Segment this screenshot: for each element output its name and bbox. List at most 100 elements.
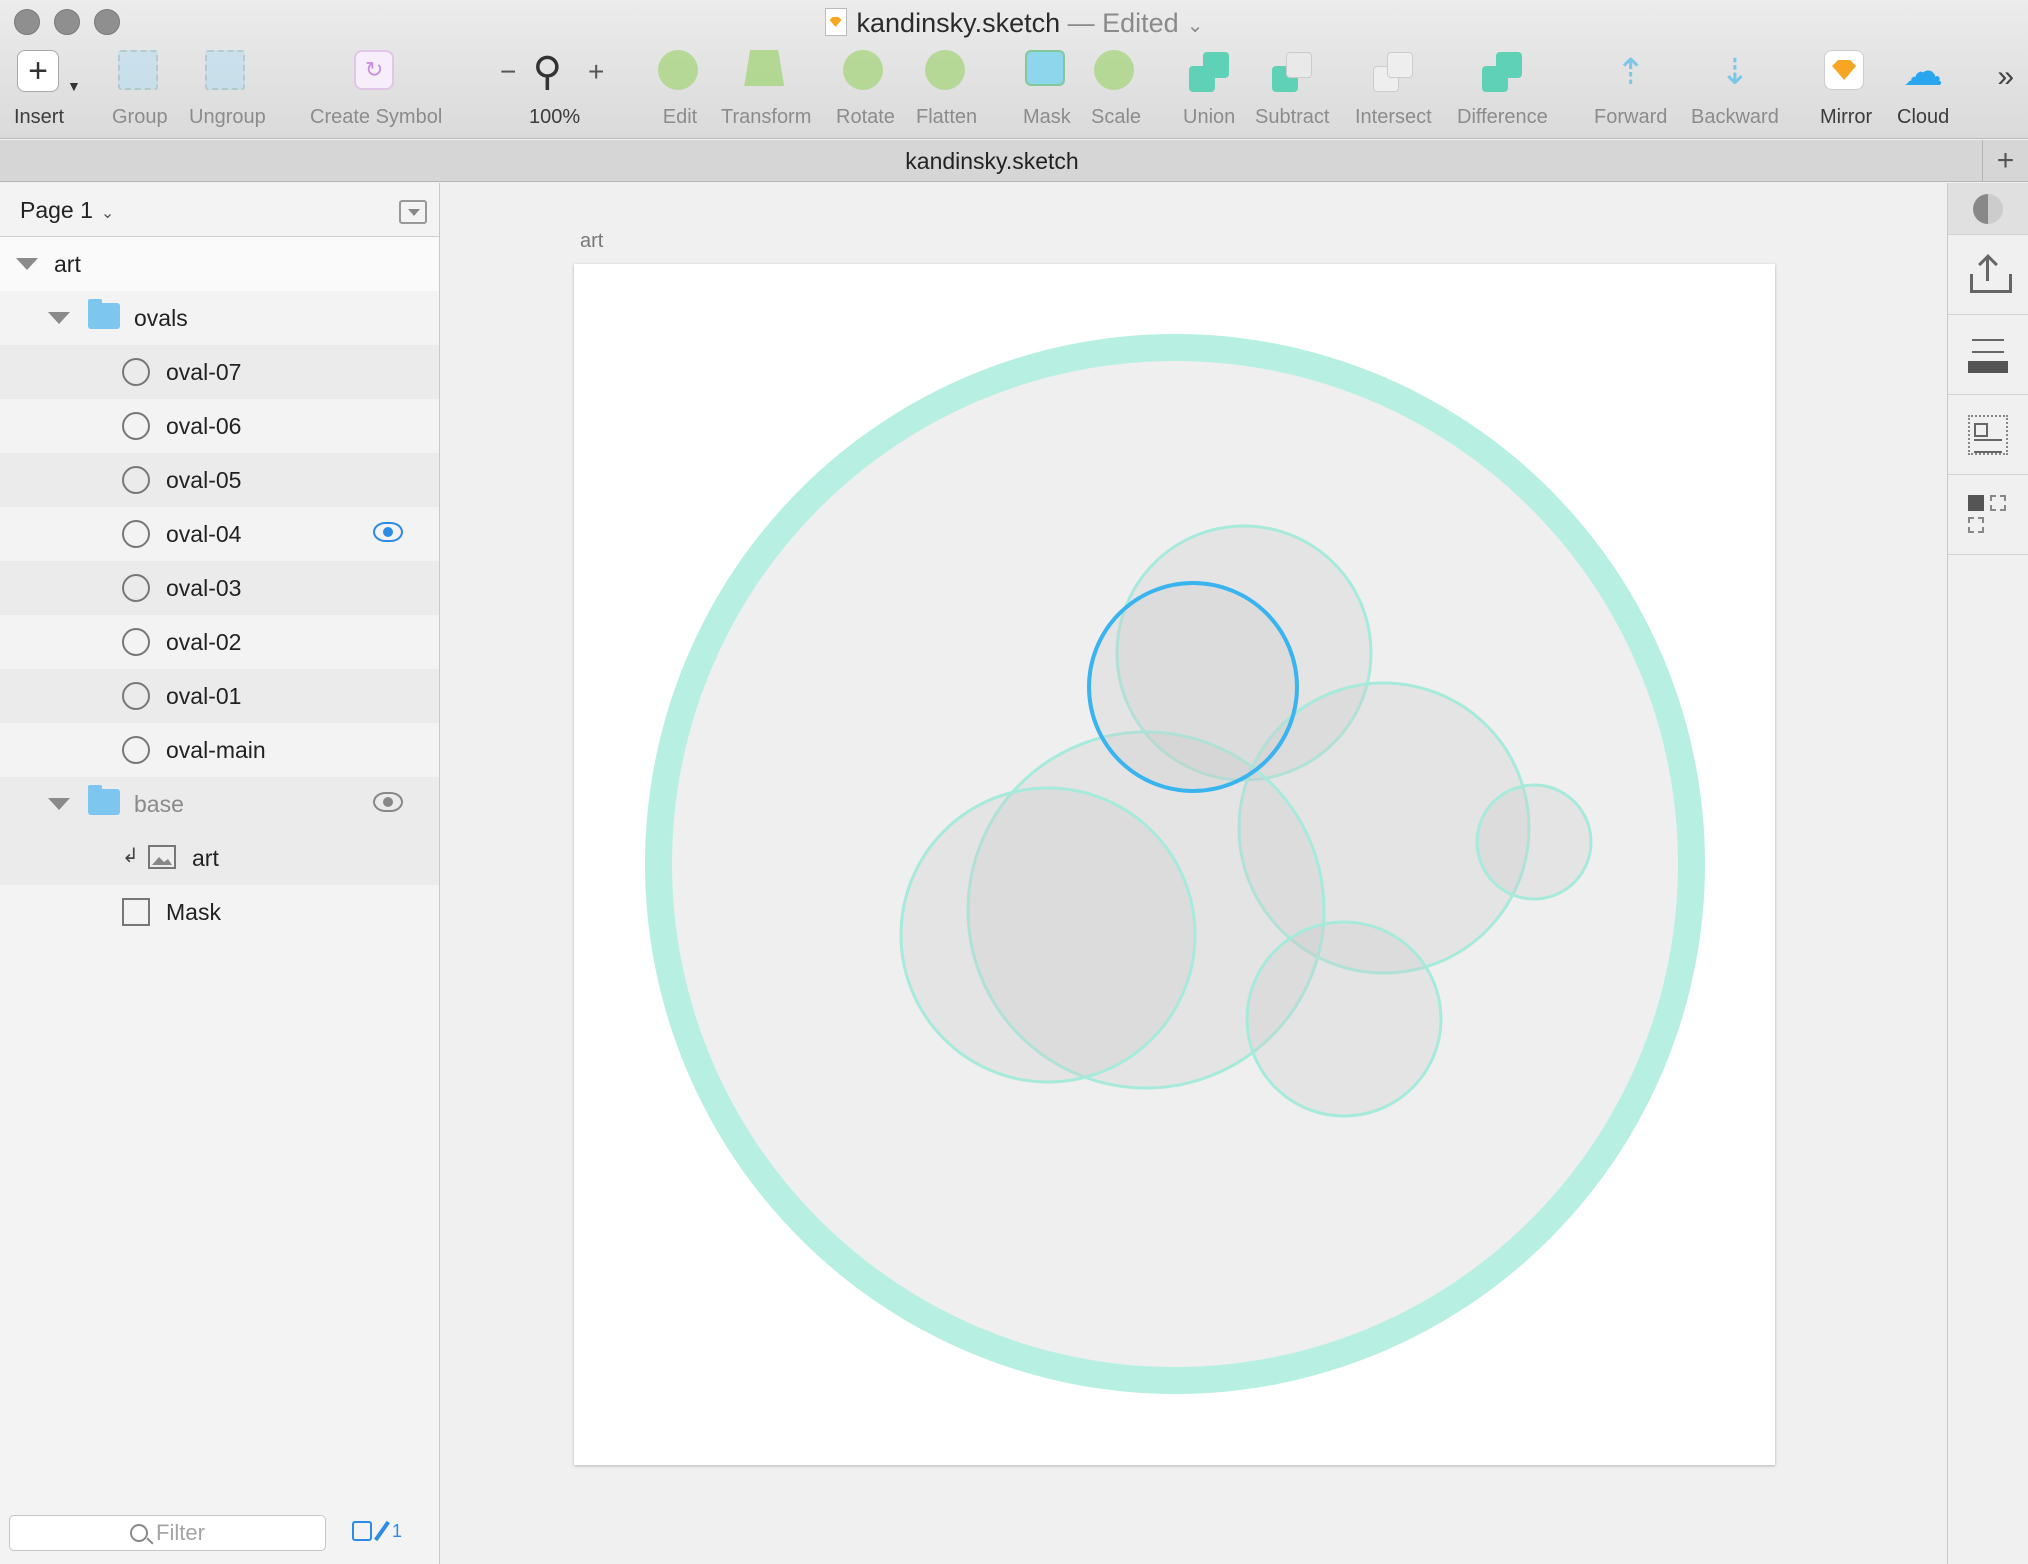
half-circle-icon <box>1973 193 2003 224</box>
toolbar-overflow-icon[interactable]: » <box>1997 60 2014 94</box>
difference-icon <box>1480 50 1524 94</box>
intersect-button[interactable]: Intersect <box>1355 50 1432 128</box>
slice-count: 1 <box>392 1520 403 1541</box>
layer-row-art-artboard[interactable]: art <box>0 237 439 291</box>
mirror-button[interactable]: Mirror <box>1820 50 1872 128</box>
oval-icon <box>122 682 150 710</box>
layer-row-oval-07[interactable]: oval-07 <box>0 345 439 399</box>
caret-down-icon: ▼ <box>67 78 81 94</box>
document-tab-bar: kandinsky.sketch + <box>0 140 2028 182</box>
layer-row-oval-06[interactable]: oval-06 <box>0 399 439 453</box>
mask-button[interactable]: Mask <box>1023 50 1071 128</box>
document-tab[interactable]: kandinsky.sketch <box>0 148 1984 175</box>
flatten-button[interactable]: Flatten <box>916 50 977 128</box>
layer-row-oval-03[interactable]: oval-03 <box>0 561 439 615</box>
subtract-button[interactable]: Subtract <box>1255 50 1329 128</box>
title-toolbar: kandinsky.sketch — Edited ⌄ + ▼ Insert Gro… <box>0 0 2028 139</box>
artboard-label[interactable]: art <box>580 230 603 253</box>
upload-icon <box>1970 253 2012 293</box>
edit-icon <box>658 50 698 90</box>
flatten-icon <box>924 50 965 90</box>
union-button[interactable]: Union <box>1183 50 1235 128</box>
mask-icon <box>1024 50 1065 86</box>
scale-icon <box>1094 50 1135 90</box>
layer-row-oval-01[interactable]: oval-01 <box>0 669 439 723</box>
artboard-art[interactable] <box>574 264 1775 1465</box>
backward-button[interactable]: ⇣ Backward <box>1691 50 1779 128</box>
zoom-control[interactable]: ⚲ 100% <box>529 50 580 128</box>
transform-icon <box>744 50 785 86</box>
plus-icon: + <box>17 50 60 92</box>
oval-01[interactable] <box>1245 920 1443 1118</box>
inspector-toggle-button[interactable] <box>1948 183 2028 235</box>
group-button[interactable]: Group <box>112 50 168 128</box>
sketch-diamond-icon <box>1824 50 1865 90</box>
create-symbol-button[interactable]: ↻ Create Symbol <box>310 50 442 128</box>
image-icon <box>148 845 176 869</box>
forward-button[interactable]: ⇡ Forward <box>1594 50 1667 128</box>
layers-sidebar: Page 1 ⌄ art ovals oval-07 oval-06 oval-0… <box>0 183 440 1564</box>
chevron-down-icon: ⌄ <box>100 205 115 222</box>
rotate-button[interactable]: Rotate <box>836 50 895 128</box>
edit-button[interactable]: Edit <box>658 50 702 128</box>
rectangle-icon <box>122 898 150 926</box>
add-tab-button[interactable]: + <box>1982 140 2028 182</box>
text-style-button[interactable] <box>1948 395 2028 475</box>
export-button[interactable] <box>1948 235 2028 315</box>
layer-row-oval-main[interactable]: oval-main <box>0 723 439 777</box>
intersect-icon <box>1371 50 1415 94</box>
layer-row-ovals[interactable]: ovals <box>0 291 439 345</box>
layer-row-base[interactable]: base <box>0 777 439 831</box>
artwork <box>645 334 1705 1394</box>
oval-icon <box>122 628 150 656</box>
chevron-down-icon[interactable]: ⌄ <box>1187 15 1204 37</box>
rotate-icon <box>843 50 884 90</box>
window-title-filename: kandinsky.sketch <box>856 8 1061 38</box>
oval-02[interactable] <box>899 786 1197 1084</box>
text-layout-icon <box>1968 414 2008 455</box>
mask-arrow-icon: ↲ <box>122 845 139 867</box>
oval-icon <box>122 574 150 602</box>
scale-button[interactable]: Scale <box>1091 50 1141 128</box>
difference-button[interactable]: Difference <box>1457 50 1548 128</box>
page-selector[interactable]: Page 1 ⌄ <box>20 197 114 224</box>
oval-04-selected[interactable] <box>1087 581 1299 793</box>
subtract-icon <box>1270 50 1314 94</box>
filter-input[interactable]: Filter <box>9 1515 326 1551</box>
slices-filter-icon[interactable] <box>374 1520 390 1542</box>
transform-button[interactable]: Transform <box>721 50 811 128</box>
oval-05[interactable] <box>1475 783 1593 901</box>
cloud-upload-icon: ☁ <box>1903 50 1944 94</box>
oval-icon <box>122 736 150 764</box>
folder-icon <box>88 785 120 815</box>
search-icon <box>130 1524 149 1542</box>
pages-toggle-icon[interactable] <box>399 200 427 224</box>
layout-grid-button[interactable] <box>1948 475 2028 555</box>
visibility-eye-icon[interactable] <box>373 792 403 812</box>
layer-row-art-image[interactable]: ↲ art <box>0 831 439 885</box>
oval-icon <box>122 466 150 494</box>
insert-button[interactable]: + ▼ Insert <box>14 50 81 128</box>
canvas[interactable]: art <box>441 183 1947 1564</box>
cloud-button[interactable]: ☁ Cloud <box>1897 50 1949 128</box>
arrow-up-icon: ⇡ <box>1615 51 1646 92</box>
disclosure-triangle-icon[interactable] <box>48 312 70 324</box>
union-icon <box>1187 50 1231 94</box>
layer-row-oval-05[interactable]: oval-05 <box>0 453 439 507</box>
symbols-filter-icon[interactable] <box>352 1521 372 1541</box>
zoom-out-button[interactable]: − <box>500 56 516 88</box>
layer-row-mask[interactable]: Mask <box>0 885 439 939</box>
disclosure-triangle-icon[interactable] <box>48 798 70 810</box>
zoom-in-button[interactable]: + <box>588 56 604 88</box>
disclosure-triangle-icon[interactable] <box>16 258 38 270</box>
grid-icon <box>1968 494 2008 535</box>
ungroup-icon <box>205 50 246 90</box>
visibility-eye-icon[interactable] <box>373 522 403 542</box>
layer-row-oval-02[interactable]: oval-02 <box>0 615 439 669</box>
align-button[interactable] <box>1948 315 2028 395</box>
folder-icon <box>88 299 120 329</box>
layer-row-oval-04[interactable]: oval-04 <box>0 507 439 561</box>
sidebar-footer-controls: 1 <box>352 1520 402 1542</box>
oval-icon <box>122 358 150 386</box>
ungroup-button[interactable]: Ungroup <box>189 50 266 128</box>
